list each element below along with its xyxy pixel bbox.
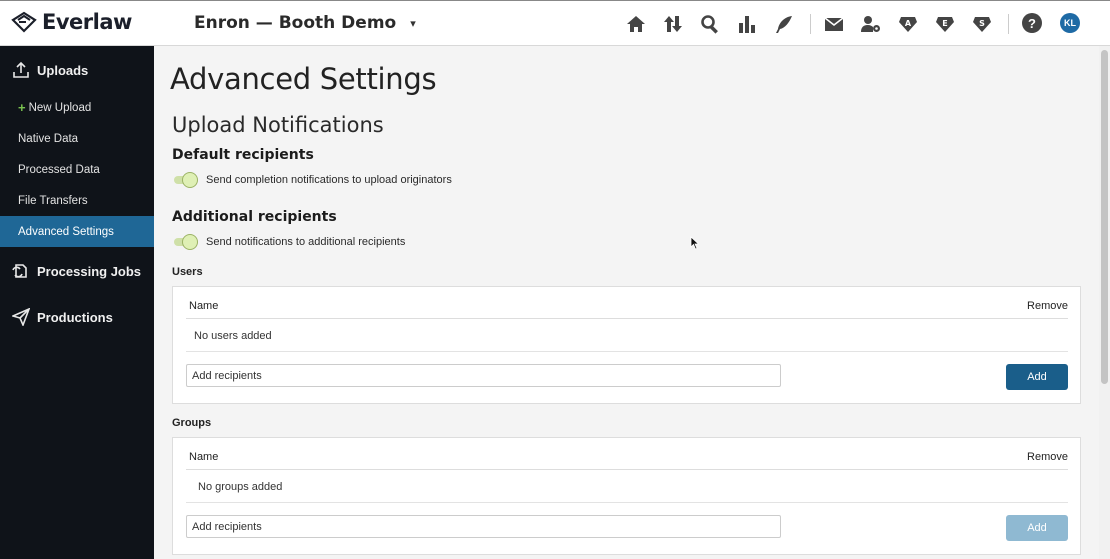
toolbar-divider (1008, 14, 1009, 34)
groups-label: Groups (172, 417, 212, 429)
processing-jobs-icon (12, 264, 27, 278)
quill-icon[interactable] (772, 12, 796, 36)
sidebar-item-processed-data[interactable]: Processed Data (0, 154, 154, 185)
page-title: Advanced Settings (170, 62, 437, 96)
badge-a-icon[interactable]: A (896, 12, 920, 36)
column-header-remove: Remove (1027, 300, 1068, 312)
users-table-header: Name Remove (186, 297, 1068, 319)
sidebar-item-label: New Upload (28, 101, 92, 114)
mail-icon[interactable] (822, 12, 846, 36)
additional-recipients-row: Send notifications to additional recipie… (174, 234, 405, 250)
avatar[interactable]: KL (1060, 13, 1080, 33)
toggle-label: Send completion notifications to upload … (206, 174, 452, 186)
groups-empty-message: No groups added (198, 481, 283, 493)
project-selector[interactable]: Enron — Booth Demo ▾ (194, 13, 416, 33)
user-gear-icon[interactable] (859, 12, 883, 36)
users-empty-message: No users added (194, 330, 272, 342)
paper-plane-icon (12, 308, 30, 326)
everlaw-diamond-icon (11, 11, 37, 33)
users-recipients-input[interactable] (186, 364, 781, 387)
sidebar-section-label: Productions (37, 309, 113, 325)
section-title: Upload Notifications (172, 113, 384, 137)
sidebar-item-new-upload[interactable]: + New Upload (0, 92, 154, 123)
badge-a-letter: A (905, 19, 912, 28)
help-icon[interactable]: ? (1022, 13, 1042, 33)
sort-arrows-icon[interactable] (661, 12, 685, 36)
sidebar-item-native-data[interactable]: Native Data (0, 123, 154, 154)
bar-chart-icon[interactable] (735, 12, 759, 36)
column-header-name: Name (189, 300, 219, 312)
badge-s-icon[interactable]: S (970, 12, 994, 36)
sidebar-section-label: Processing Jobs (37, 263, 142, 279)
main-content: Advanced Settings Upload Notifications D… (154, 46, 1099, 559)
sidebar-item-advanced-settings[interactable]: Advanced Settings (0, 216, 154, 247)
sidebar-item-label: Native Data (18, 132, 79, 145)
default-recipients-row: Send completion notifications to upload … (174, 172, 452, 188)
column-header-remove: Remove (1027, 451, 1068, 463)
divider (186, 351, 1068, 352)
top-bar: Everlaw Enron — Booth Demo ▾ A E S ? KL (0, 0, 1110, 46)
sidebar-section-productions[interactable]: Productions (0, 305, 154, 329)
sidebar: Uploads + New Upload Native Data Process… (0, 46, 154, 559)
badge-s-letter: S (979, 19, 985, 28)
scrollbar-thumb[interactable] (1101, 50, 1108, 384)
add-groups-button[interactable]: Add (1006, 515, 1068, 541)
project-name: Enron — Booth Demo (194, 13, 397, 33)
default-recipients-toggle[interactable] (174, 172, 200, 188)
additional-recipients-heading: Additional recipients (172, 209, 337, 225)
everlaw-logo[interactable]: Everlaw (11, 10, 132, 34)
groups-recipients-input[interactable] (186, 515, 781, 538)
sidebar-item-label: Advanced Settings (18, 225, 114, 238)
sidebar-section-processing-jobs[interactable]: Processing Jobs (0, 259, 154, 283)
sidebar-section-uploads[interactable]: Uploads (0, 58, 154, 82)
default-recipients-heading: Default recipients (172, 147, 314, 163)
chevron-down-icon: ▾ (410, 16, 416, 30)
brand-name: Everlaw (42, 10, 132, 34)
mouse-cursor-icon (690, 236, 700, 250)
badge-e-letter: E (942, 19, 947, 28)
add-users-button[interactable]: Add (1006, 364, 1068, 390)
sidebar-item-label: Processed Data (18, 163, 100, 176)
page-scrollbar[interactable] (1099, 46, 1110, 559)
users-label: Users (172, 266, 203, 278)
plus-icon: + (18, 100, 26, 115)
toggle-label: Send notifications to additional recipie… (206, 236, 406, 248)
groups-table-header: Name Remove (186, 448, 1068, 470)
upload-icon (13, 61, 29, 78)
sidebar-section-label: Uploads (37, 62, 89, 78)
sidebar-item-file-transfers[interactable]: File Transfers (0, 185, 154, 216)
search-icon[interactable] (698, 12, 722, 36)
groups-panel: Name Remove No groups added Add (172, 437, 1081, 555)
divider (186, 502, 1068, 503)
toolbar-divider (810, 14, 811, 34)
badge-e-icon[interactable]: E (933, 12, 957, 36)
column-header-name: Name (189, 451, 219, 463)
home-icon[interactable] (624, 12, 648, 36)
sidebar-item-label: File Transfers (18, 194, 88, 207)
additional-recipients-toggle[interactable] (174, 234, 200, 250)
users-panel: Name Remove No users added Add (172, 286, 1081, 404)
